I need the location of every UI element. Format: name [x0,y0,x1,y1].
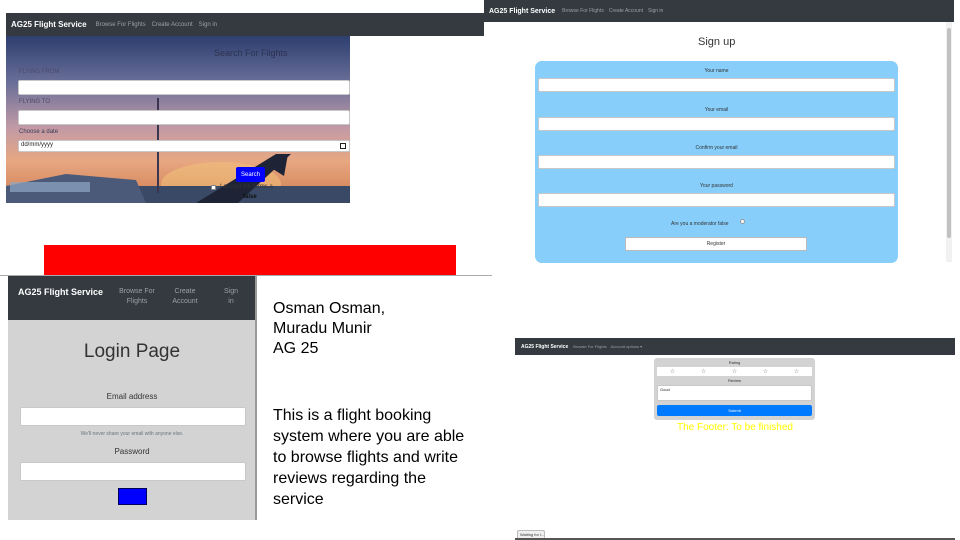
password-label: Password [114,447,150,456]
brand-link[interactable]: AG25 Flight Service [489,8,555,15]
nav-browse-flights[interactable]: Browse For Flights [562,8,604,14]
review-textarea[interactable]: Good [657,385,812,401]
login-button[interactable] [118,488,147,505]
nav-create-line2: Account [172,298,198,305]
description-line-4: reviews regarding the [273,470,426,487]
brand-link[interactable]: AG25 Flight Service [11,20,87,29]
signup-form: Your name Your email Confirm your email … [535,61,898,263]
flying-from-label: FLYING FROM [19,69,60,75]
nav-create-account[interactable]: Create Account [609,8,643,14]
review-form: Rating ☆ ☆ ☆ ☆ ☆ Review Good Submit [654,358,815,420]
nav-browse-flights[interactable]: Browse For Flights [96,22,146,28]
nav-signin-line1: Sign [223,288,238,295]
password-input[interactable] [538,193,895,207]
author-line-2: Muradu Munir [273,320,372,337]
nav-browse-line1: Browse For [119,288,155,295]
email-help-text: We'll never share your email with anyone… [80,431,184,437]
page-title: Sign up [698,36,736,48]
star-icon[interactable]: ☆ [732,368,737,375]
signup-screenshot: AG25 Flight Service Browse For Flights C… [484,0,954,263]
nav-sign-in[interactable]: Sign in [221,287,241,307]
password-label: Your password [700,183,733,189]
terms-checkbox[interactable] [211,185,216,190]
status-tab[interactable]: Waiting for l... [517,530,545,538]
description-line-1: This is a flight booking [273,407,432,424]
flying-to-label: FLYING TO [19,99,51,105]
brand-link[interactable]: AG25 Flight Service [521,344,568,350]
terms-label: I accept the terms a [220,184,273,190]
nav-sign-in[interactable]: Sign in [199,22,217,28]
review-screenshot: AG25 Flight Service Browse For Flights A… [515,338,955,540]
nav-create-account[interactable]: Create Account [168,287,202,307]
date-label: Choose a date [19,129,59,135]
rating-stars: ☆ ☆ ☆ ☆ ☆ [657,367,812,376]
nav-create-account[interactable]: Create Account [152,22,193,28]
navbar: AG25 Flight Service Browse For Flights C… [6,13,484,36]
nav-signin-line2: in [228,298,234,305]
star-icon[interactable]: ☆ [670,368,675,375]
star-icon[interactable]: ☆ [763,368,768,375]
navbar: AG25 Flight Service Browse For Flights A… [515,338,955,355]
nav-create-line1: Create [174,288,196,295]
brand-link[interactable]: AG25 Flight Service [18,287,103,297]
confirm-email-label: Confirm your email [695,145,738,151]
search-button[interactable]: Search [236,167,265,182]
flying-to-input[interactable] [18,110,350,125]
star-icon[interactable]: ☆ [794,368,799,375]
moderator-checkbox[interactable] [740,219,745,224]
navbar: AG25 Flight Service Browse For Flights C… [8,276,256,320]
review-label: Review [727,378,742,383]
date-input[interactable]: dd/mm/yyyy [18,140,350,152]
navbar: AG25 Flight Service Browse For Flights C… [484,0,954,22]
hero-background: Search For Flights FLYING FROM FLYING TO… [6,36,350,203]
star-icon[interactable]: ☆ [701,368,706,375]
authors-block: Osman Osman, Muradu Munir AG 25 [273,299,385,359]
search-flights-screenshot: AG25 Flight Service Browse For Flights C… [6,13,484,203]
rating-label: Rating [728,360,741,365]
login-panel-edge [255,276,257,520]
page-title: Search For Flights [214,48,288,58]
author-line-3: AG 25 [273,340,319,357]
description-line-3: to browse flights and write [273,449,458,466]
register-button[interactable]: Register [625,237,807,251]
flying-from-input[interactable] [18,80,350,95]
email-label: Your email [704,107,729,113]
nav-account-options[interactable]: Account options ▾ [611,344,643,349]
login-screenshot: AG25 Flight Service Browse For Flights C… [8,276,256,520]
nav-browse-flights[interactable]: Browse For Flights [573,344,606,349]
terms-value: false [243,194,257,200]
footer-text: The Footer: To be finished [677,422,793,433]
confirm-email-input[interactable] [538,155,895,169]
password-input[interactable] [20,462,246,481]
submit-button[interactable]: Submit [657,405,812,416]
calendar-icon[interactable] [340,143,346,149]
description-line-2: system where you are able [273,428,465,445]
email-input[interactable] [538,117,895,131]
date-placeholder: dd/mm/yyyy [21,142,54,148]
name-label: Your name [704,68,729,74]
description-line-5: service [273,491,324,508]
nav-browse-flights[interactable]: Browse For Flights [115,287,159,307]
email-input[interactable] [20,407,246,426]
scrollbar[interactable] [946,22,952,262]
email-label: Email address [106,392,158,401]
description-block: This is a flight booking system where yo… [273,405,464,510]
name-input[interactable] [538,78,895,92]
page-title: Login Page [83,341,181,362]
review-text: Good [660,387,670,392]
scrollbar-thumb[interactable] [947,28,951,238]
nav-browse-line2: Flights [126,298,148,305]
red-banner [44,245,456,276]
nav-sign-in[interactable]: Sign in [648,8,663,14]
author-line-1: Osman Osman, [273,300,386,317]
status-tab-label: Waiting for l... [520,532,545,537]
moderator-label: Are you a moderator false [671,221,729,227]
